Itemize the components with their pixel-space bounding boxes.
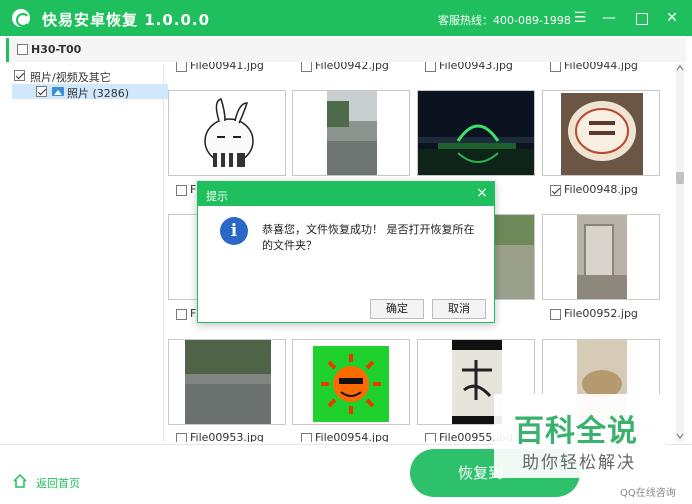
service-hotline: 客服热线：400-089-1998 (438, 14, 571, 27)
watermark-title: 百科全说 (514, 414, 638, 449)
file-thumbnail[interactable] (292, 90, 410, 176)
watermark: 百科全说 助你轻松解决 (494, 394, 666, 478)
thumbnail-night-bridge (418, 91, 534, 175)
file-thumbnail[interactable] (417, 90, 535, 176)
scroll-up-icon[interactable] (676, 64, 684, 72)
tree-root-label: 照片/视频及其它 (30, 71, 111, 84)
file-checkbox[interactable] (176, 309, 187, 320)
thumbnail-street (293, 91, 409, 175)
info-icon: i (220, 217, 248, 245)
file-thumbnail[interactable] (168, 90, 286, 176)
thumbnail-cake (543, 91, 659, 175)
thumbnail-sun (293, 340, 409, 424)
device-checkbox[interactable] (17, 44, 28, 55)
back-home-label: 返回首页 (36, 477, 80, 490)
file-checkbox[interactable] (176, 62, 187, 72)
cancel-button[interactable]: 取消 (432, 299, 486, 319)
app-logo-icon (12, 9, 30, 27)
file-checkbox-checked[interactable] (550, 185, 561, 196)
tree-photos-checkbox[interactable] (36, 86, 47, 97)
success-dialog: 提示 × i 恭喜您，文件恢复成功！ 是否打开恢复所在的文件夹？ 确定 取消 (197, 181, 495, 323)
dialog-title: 提示 (206, 190, 228, 203)
scrollbar-thumb[interactable] (676, 172, 684, 184)
photo-icon (52, 87, 64, 96)
app-title: 快易安卓恢复 1.0.0.0 (42, 11, 211, 29)
qq-online-consult[interactable]: QQ在线咨询 (620, 484, 676, 499)
dialog-message: 恭喜您，文件恢复成功！ 是否打开恢复所在的文件夹？ (262, 223, 475, 252)
file-checkbox[interactable] (176, 185, 187, 196)
scrollbar-track[interactable] (676, 64, 684, 442)
device-bar: H30-T00 (6, 38, 686, 62)
file-checkbox[interactable] (301, 433, 312, 442)
thumbnail-cartoon (169, 91, 285, 175)
dialog-close-icon[interactable]: × (474, 185, 490, 201)
tree-root-checkbox[interactable] (14, 70, 25, 81)
maximize-icon[interactable] (629, 6, 653, 30)
home-icon (13, 473, 27, 488)
confirm-button[interactable]: 确定 (370, 299, 424, 319)
tree-photos-label: 照片 (3286) (67, 87, 130, 100)
file-thumbnail[interactable] (292, 339, 410, 425)
file-checkbox[interactable] (550, 62, 561, 72)
file-thumbnail[interactable] (542, 214, 660, 300)
file-checkbox[interactable] (425, 433, 436, 442)
category-sidebar: 照片/视频及其它 照片 (3286) (6, 64, 168, 442)
thumbnail-chair (543, 215, 659, 299)
file-checkbox[interactable] (550, 309, 561, 320)
file-checkbox[interactable] (176, 433, 187, 442)
file-checkbox[interactable] (425, 62, 436, 72)
thumbnail-wet-road (169, 340, 285, 424)
title-bar: 快易安卓恢复 1.0.0.0 客服热线：400-089-1998 ☰ — ✕ (0, 0, 692, 36)
scroll-down-icon[interactable] (676, 432, 684, 440)
tree-item-photos[interactable]: 照片 (3286) (12, 84, 168, 100)
file-thumbnail[interactable] (168, 339, 286, 425)
menu-icon[interactable]: ☰ (568, 6, 592, 30)
device-name: H30-T00 (31, 43, 82, 56)
minimize-icon[interactable]: — (597, 6, 621, 30)
file-checkbox[interactable] (301, 62, 312, 72)
dialog-header: 提示 × (198, 182, 494, 206)
watermark-subtitle: 助你轻松解决 (522, 453, 636, 473)
close-icon[interactable]: ✕ (660, 6, 684, 30)
file-thumbnail[interactable] (542, 90, 660, 176)
